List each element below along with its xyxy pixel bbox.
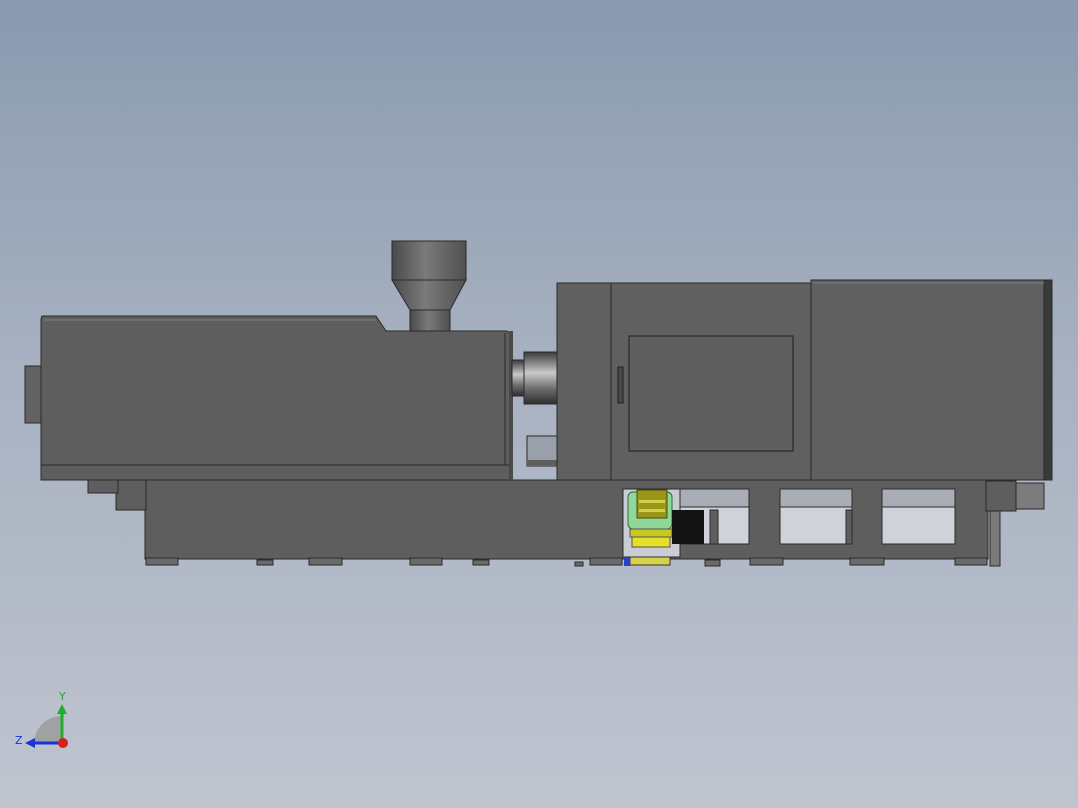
- material-hopper: [391, 240, 467, 332]
- graphics-viewport[interactable]: Y Z: [0, 0, 1078, 808]
- model-view[interactable]: [0, 0, 1078, 808]
- clamp-unit-rear-housing: [810, 279, 1053, 481]
- base-openings: [679, 488, 956, 545]
- clamp-unit-front-panel: [556, 282, 813, 481]
- injection-unit-housing: [24, 315, 513, 481]
- injection-nozzle: [511, 351, 559, 467]
